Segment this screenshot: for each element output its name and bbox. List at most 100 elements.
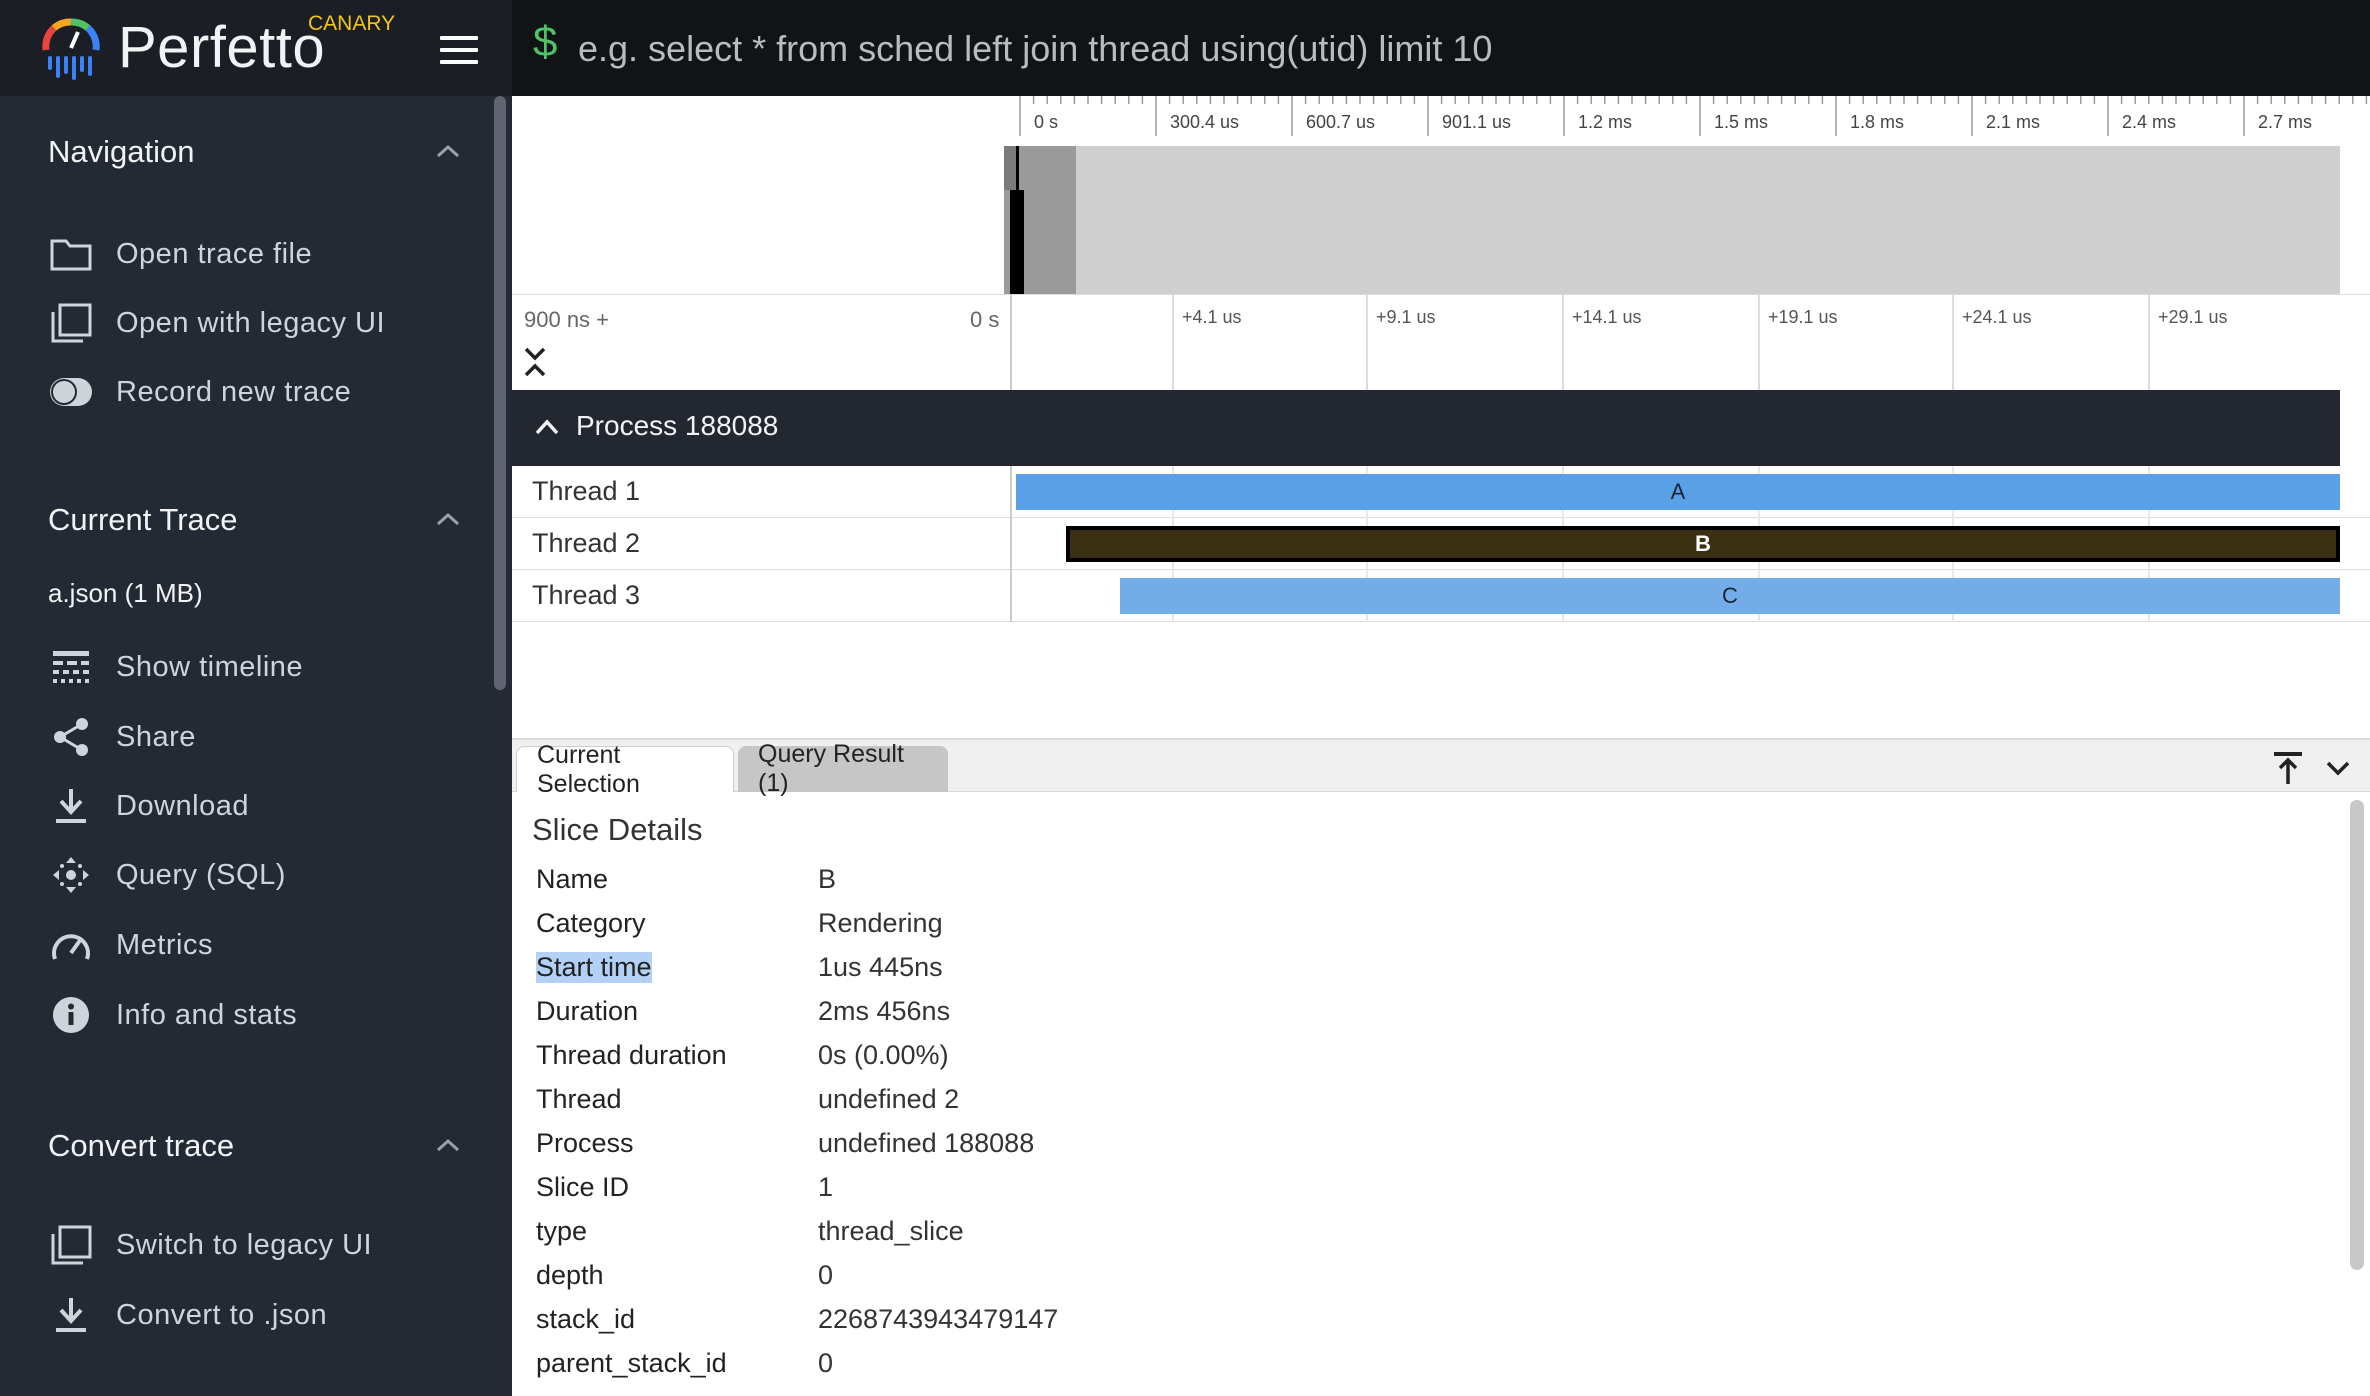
detail-value: 2ms 456ns <box>818 996 951 1026</box>
chevron-up-icon[interactable] <box>534 418 560 436</box>
sidebar-item-label: Record new trace <box>116 375 352 408</box>
sidebar-item-metrics[interactable]: Metrics <box>48 918 468 972</box>
sidebar-item-info-and-stats[interactable]: Info and stats <box>48 988 468 1042</box>
sidebar-item-label: Query (SQL) <box>116 858 286 891</box>
sidebar-item-share[interactable]: Share <box>48 710 468 764</box>
details-scrollbar[interactable] <box>2350 800 2364 1270</box>
time-grid-line <box>2148 295 2150 391</box>
sidebar-item-switch-to-legacy-ui[interactable]: Switch to legacy UI <box>48 1218 468 1272</box>
process-group-header[interactable]: Process 188088 <box>512 390 2340 466</box>
overview-tick-label: 2.1 ms <box>1986 112 2041 132</box>
overview-tick-label: 901.1 us <box>1442 112 1512 132</box>
sidebar-item-label: Show timeline <box>116 650 304 683</box>
track-shell-divider <box>1010 570 1012 622</box>
slice-details-title: Slice Details <box>532 812 703 847</box>
sidebar-item-label: Convert to .json <box>116 1298 328 1331</box>
track-shell-divider[interactable] <box>1010 295 1012 391</box>
time-zero-label: 0 s <box>970 307 1000 332</box>
chevron-down-icon[interactable] <box>2318 748 2358 788</box>
hamburger-menu-icon[interactable] <box>440 36 478 64</box>
detail-value: 0 <box>818 1260 834 1290</box>
overview-tick-label: 2.4 ms <box>2122 112 2177 132</box>
detail-value: thread_slice <box>818 1216 964 1246</box>
channel-badge: CANARY <box>308 12 396 35</box>
sidebar-item-show-timeline[interactable]: Show timeline <box>48 640 468 694</box>
time-tick-label: +4.1 us <box>1182 307 1242 327</box>
sidebar-item-open-trace-file[interactable]: Open trace file <box>48 227 468 281</box>
detail-value: B <box>818 864 837 894</box>
omnibox-input[interactable] <box>578 24 2278 74</box>
overview-tick-label: 1.2 ms <box>1578 112 1633 132</box>
omnibox-bar: $ <box>512 0 2370 96</box>
speedometer-icon <box>48 922 94 968</box>
track-shell-divider <box>1010 466 1012 518</box>
thread-name: Thread 3 <box>532 580 641 610</box>
folder-icon <box>48 231 94 277</box>
time-axis: 900 ns + 0 s +4.1 us +9.1 us +14.1 us +1… <box>512 294 2370 391</box>
time-grid-line <box>1172 295 1174 391</box>
query-prompt-icon: $ <box>532 20 559 70</box>
timeline-icon <box>48 644 94 690</box>
thread-name: Thread 2 <box>532 528 641 558</box>
record-toggle-icon <box>48 369 94 415</box>
overview-timeline[interactable] <box>1004 146 2340 294</box>
time-offset-label: 900 ns + <box>524 307 610 332</box>
time-tick-label: +24.1 us <box>1962 307 2032 327</box>
detail-key: stack_id <box>536 1304 636 1334</box>
overview-ruler: 0 s 300.4 us 600.7 us 901.1 us 1.2 ms 1.… <box>1012 96 2370 138</box>
slice-a[interactable]: A <box>1016 474 2340 510</box>
chevron-up-icon[interactable] <box>436 512 460 526</box>
sidebar-item-download[interactable]: Download <box>48 779 468 833</box>
tab-query-result[interactable]: Query Result (1) <box>738 740 948 797</box>
maximize-panel-icon[interactable] <box>2268 748 2308 788</box>
slice-c[interactable]: C <box>1120 578 2340 614</box>
detail-key: Slice ID <box>536 1172 630 1202</box>
detail-value[interactable]: 1us 445ns <box>818 952 943 983</box>
detail-value[interactable]: undefined 188088 <box>818 1128 1034 1159</box>
detail-key: Thread <box>536 1084 622 1114</box>
thread-track[interactable]: Thread 2 B <box>512 518 2370 570</box>
sidebar-item-label: Open with legacy UI <box>116 306 386 339</box>
overview-tick-label: 1.5 ms <box>1714 112 1769 132</box>
time-grid-line <box>1952 295 1954 391</box>
sidebar-scrollbar[interactable] <box>494 96 506 690</box>
query-icon <box>48 852 94 898</box>
detail-key: type <box>536 1216 588 1246</box>
detail-key-highlighted: Start time <box>536 952 652 983</box>
sidebar-item-open-legacy-ui[interactable]: Open with legacy UI <box>48 296 468 350</box>
collapse-all-icon[interactable] <box>522 345 548 379</box>
sidebar-item-convert-to-json[interactable]: Convert to .json <box>48 1288 468 1342</box>
sidebar-item-label: Switch to legacy UI <box>116 1228 373 1261</box>
section-title-convert-trace[interactable]: Convert trace <box>48 1128 234 1164</box>
section-title-current-trace[interactable]: Current Trace <box>48 502 238 538</box>
chevron-up-icon[interactable] <box>436 144 460 158</box>
overview-tick-label: 1.8 ms <box>1850 112 1905 132</box>
details-panel: Current Selection Query Result (1) Slice… <box>512 738 2370 1396</box>
sidebar-item-label: Open trace file <box>116 237 313 270</box>
thread-track[interactable]: Thread 3 C <box>512 570 2370 622</box>
overview-tick-label: 2.7 ms <box>2258 112 2313 132</box>
download-icon <box>48 1292 94 1338</box>
sidebar-item-label: Metrics <box>116 928 213 961</box>
overview-cursor-line <box>1016 146 1019 294</box>
section-title-navigation[interactable]: Navigation <box>48 134 194 170</box>
overview-tick-label: 0 s <box>1034 112 1059 132</box>
process-title: Process 188088 <box>576 410 779 441</box>
time-tick-label: +29.1 us <box>2158 307 2228 327</box>
time-grid-line <box>1562 295 1564 391</box>
sidebar-item-query-sql[interactable]: Query (SQL) <box>48 848 468 902</box>
sidebar-item-record-new-trace[interactable]: Record new trace <box>48 365 468 419</box>
slice-b-selected[interactable]: B <box>1066 526 2340 562</box>
detail-key: Process <box>536 1128 634 1158</box>
detail-value: 2268743943479147 <box>818 1304 1059 1334</box>
tab-current-selection[interactable]: Current Selection <box>516 741 734 798</box>
sidebar-item-label: Share <box>116 720 196 753</box>
time-grid-line <box>1366 295 1368 391</box>
details-tab-bar: Current Selection Query Result (1) <box>512 740 2370 798</box>
sidebar: Perfetto CANARY Navigation Open trace fi… <box>0 0 512 1396</box>
detail-value[interactable]: undefined 2 <box>818 1084 959 1115</box>
thread-track[interactable]: Thread 1 A <box>512 466 2370 518</box>
time-tick-label: +14.1 us <box>1572 307 1642 327</box>
overview-tick-label: 300.4 us <box>1170 112 1240 132</box>
chevron-up-icon[interactable] <box>436 1138 460 1152</box>
